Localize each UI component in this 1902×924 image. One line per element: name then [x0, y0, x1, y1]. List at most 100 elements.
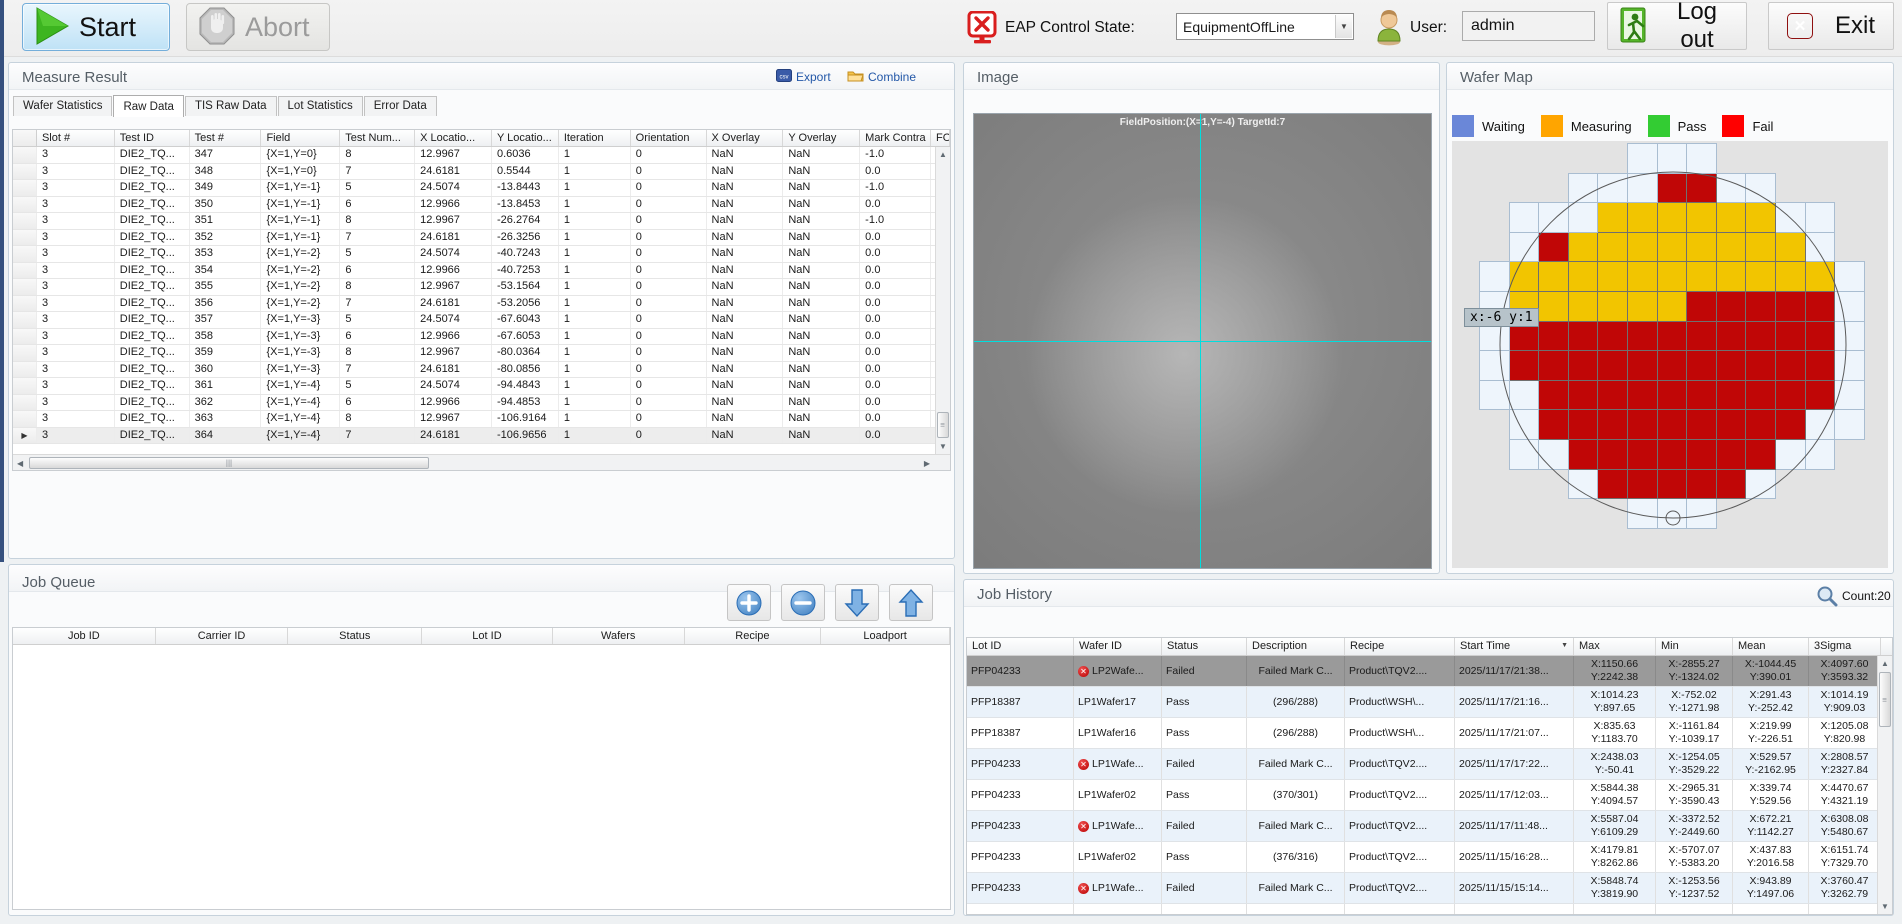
column-header-status[interactable]: Status [288, 628, 422, 644]
history-row[interactable]: PFP04233✕LP2Wafe...FailedFailed Mark C..… [967, 656, 1892, 687]
measure-horizontal-scrollbar[interactable]: ◀ ||| ▶ [13, 454, 950, 470]
tab-error-data[interactable]: Error Data [364, 96, 437, 116]
wafer-cell[interactable] [1775, 232, 1806, 263]
column-header-fo[interactable]: FO [931, 130, 950, 146]
wafer-cell[interactable] [1834, 261, 1865, 292]
wafer-cell[interactable] [1716, 439, 1747, 470]
wafer-cell[interactable] [1509, 409, 1540, 440]
column-header-lot-id[interactable]: Lot ID [967, 638, 1074, 655]
wafer-cell[interactable] [1657, 498, 1688, 529]
wafer-cell[interactable] [1509, 350, 1540, 381]
wafer-cell[interactable] [1745, 291, 1776, 322]
wafer-cell[interactable] [1509, 202, 1540, 233]
abort-button[interactable]: Abort [186, 3, 330, 51]
wafer-cell[interactable] [1805, 232, 1836, 263]
wafer-cell[interactable] [1627, 232, 1658, 263]
history-row[interactable]: PFP04233✕LP1Wafe...FailedFailed Mark C..… [967, 811, 1892, 842]
wafer-cell[interactable] [1509, 439, 1540, 470]
wafer-cell[interactable] [1568, 380, 1599, 411]
start-button[interactable]: Start [22, 3, 170, 51]
column-header-max[interactable]: Max [1574, 638, 1656, 655]
wafer-cell[interactable] [1686, 321, 1717, 352]
column-header-loadport[interactable]: Loadport [821, 628, 950, 644]
wafer-cell[interactable] [1775, 439, 1806, 470]
wafer-cell[interactable] [1834, 350, 1865, 381]
table-row[interactable]: 3DIE2_TQ...351{X=1,Y=-1}812.9967-26.2764… [13, 213, 950, 230]
table-row[interactable]: 3DIE2_TQ...354{X=1,Y=-2}612.9966-40.7253… [13, 263, 950, 280]
wafer-cell[interactable] [1597, 291, 1628, 322]
column-header-mean[interactable]: Mean [1733, 638, 1809, 655]
wafer-cell[interactable] [1686, 498, 1717, 529]
wafer-cell[interactable] [1597, 321, 1628, 352]
wafer-cell[interactable] [1538, 350, 1569, 381]
wafer-cell[interactable] [1805, 321, 1836, 352]
column-header-test[interactable]: Test # [190, 130, 262, 146]
wafer-cell[interactable] [1627, 439, 1658, 470]
wafer-cell[interactable] [1686, 469, 1717, 500]
wafer-cell[interactable] [1627, 202, 1658, 233]
wafer-cell[interactable] [1627, 350, 1658, 381]
wafer-map-canvas[interactable]: x:-6 y:1 [1452, 141, 1888, 568]
column-header-min[interactable]: Min [1656, 638, 1733, 655]
wafer-cell[interactable] [1657, 202, 1688, 233]
history-row[interactable]: PFP04233✕LP1Wafe...FailedFailed Mark C..… [967, 749, 1892, 780]
logout-button[interactable]: Log out [1607, 2, 1747, 50]
column-header-carrier-id[interactable]: Carrier ID [156, 628, 289, 644]
wafer-cell[interactable] [1627, 409, 1658, 440]
combine-link[interactable]: Combine [847, 69, 916, 85]
wafer-cell[interactable] [1775, 380, 1806, 411]
wafer-cell[interactable] [1805, 291, 1836, 322]
table-row[interactable]: 3DIE2_TQ...350{X=1,Y=-1}612.9966-13.8453… [13, 197, 950, 214]
wafer-cell[interactable] [1834, 409, 1865, 440]
wafer-cell[interactable] [1657, 409, 1688, 440]
wafer-cell[interactable] [1657, 232, 1688, 263]
wafer-cell[interactable] [1597, 202, 1628, 233]
column-header-y-overlay[interactable]: Y Overlay [783, 130, 860, 146]
table-row[interactable]: 3DIE2_TQ...347{X=1,Y=0}812.99670.603610N… [13, 147, 950, 164]
wafer-cell[interactable] [1538, 232, 1569, 263]
wafer-cell[interactable] [1627, 261, 1658, 292]
table-row[interactable]: 3DIE2_TQ...363{X=1,Y=-4}812.9967-106.916… [13, 411, 950, 428]
wafer-cell[interactable] [1745, 261, 1776, 292]
remove-job-button[interactable] [781, 584, 825, 621]
wafer-cell[interactable] [1538, 409, 1569, 440]
wafer-cell[interactable] [1657, 291, 1688, 322]
wafer-cell[interactable] [1657, 380, 1688, 411]
column-header-start-time[interactable]: Start Time▼ [1455, 638, 1574, 655]
wafer-cell[interactable] [1627, 498, 1658, 529]
chevron-down-icon[interactable]: ▼ [1335, 15, 1352, 38]
column-header-test-id[interactable]: Test ID [115, 130, 190, 146]
magnifier-icon[interactable] [1816, 585, 1838, 612]
wafer-cell[interactable] [1538, 321, 1569, 352]
wafer-cell[interactable] [1568, 439, 1599, 470]
table-row[interactable]: 3DIE2_TQ...352{X=1,Y=-1}724.6181-26.3256… [13, 230, 950, 247]
tab-wafer-statistics[interactable]: Wafer Statistics [13, 96, 112, 116]
table-row[interactable]: 3DIE2_TQ...355{X=1,Y=-2}812.9967-53.1564… [13, 279, 950, 296]
wafer-cell[interactable] [1627, 380, 1658, 411]
wafer-cell[interactable] [1657, 469, 1688, 500]
wafer-cell[interactable] [1775, 350, 1806, 381]
user-input[interactable] [1462, 11, 1595, 41]
wafer-cell[interactable] [1538, 202, 1569, 233]
wafer-cell[interactable] [1745, 469, 1776, 500]
history-row[interactable]: PFP04233LP1Wafer02Pass(376/316)Product\T… [967, 842, 1892, 873]
table-row[interactable]: 3DIE2_TQ...362{X=1,Y=-4}612.9966-94.4853… [13, 395, 950, 412]
scroll-down-icon[interactable]: ▼ [936, 442, 950, 451]
wafer-cell[interactable] [1568, 321, 1599, 352]
wafer-cell[interactable] [1686, 173, 1717, 204]
wafer-cell[interactable] [1597, 380, 1628, 411]
table-row[interactable]: ▶3DIE2_TQ...364{X=1,Y=-4}724.6181-106.96… [13, 428, 950, 445]
wafer-cell[interactable] [1775, 409, 1806, 440]
history-row[interactable]: PFP18387LP1Wafer17Pass(296/288)Product\W… [967, 687, 1892, 718]
wafer-cell[interactable] [1538, 291, 1569, 322]
wafer-cell[interactable] [1686, 350, 1717, 381]
wafer-cell[interactable] [1745, 232, 1776, 263]
wafer-cell[interactable] [1686, 409, 1717, 440]
wafer-cell[interactable] [1568, 409, 1599, 440]
tab-lot-statistics[interactable]: Lot Statistics [278, 96, 363, 116]
wafer-cell[interactable] [1686, 202, 1717, 233]
wafer-cell[interactable] [1657, 261, 1688, 292]
column-header-3sigma[interactable]: 3Sigma [1809, 638, 1881, 655]
wafer-cell[interactable] [1805, 380, 1836, 411]
wafer-cell[interactable] [1745, 350, 1776, 381]
